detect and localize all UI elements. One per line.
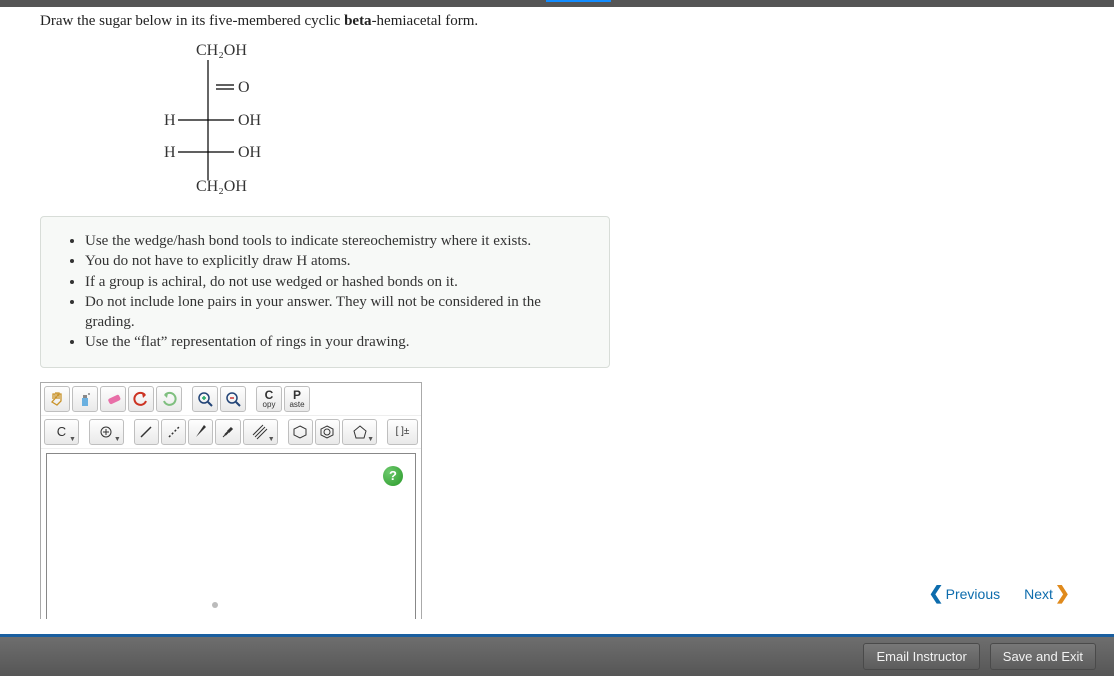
drawing-canvas[interactable]: ? [46, 453, 416, 620]
pentagon-tool[interactable]: ▼ [342, 419, 377, 445]
previous-link[interactable]: ❮Previous [929, 583, 1001, 604]
chevron-down-icon: ▼ [268, 436, 275, 443]
toolbar-row-2: C▼ ▼ ▼ ▼ [ ]± [41, 416, 421, 449]
fischer-projection: CH₂OH O H OH H OH CH₂OH [152, 42, 292, 198]
chevron-down-icon: ▼ [367, 436, 374, 443]
chevron-right-icon: ❯ [1055, 583, 1070, 604]
dashed-bond-tool[interactable] [161, 419, 186, 445]
chevron-down-icon: ▼ [69, 436, 76, 443]
benzene-tool[interactable] [315, 419, 340, 445]
save-and-exit-button[interactable]: Save and Exit [990, 643, 1096, 670]
email-instructor-button[interactable]: Email Instructor [863, 643, 979, 670]
fischer-c1-right: O [238, 79, 250, 97]
top-tab-strip [0, 0, 1114, 7]
toolbar-row-1: Copy Paste [41, 383, 421, 416]
help-button[interactable]: ? [383, 466, 403, 486]
hint-item: Use the wedge/hash bond tools to indicat… [85, 231, 591, 251]
instructions-list: Use the wedge/hash bond tools to indicat… [59, 231, 591, 353]
fischer-c2-right: OH [238, 112, 261, 130]
question-bold: beta [344, 13, 372, 29]
hexagon-tool[interactable] [288, 419, 313, 445]
undo-tool[interactable] [128, 386, 154, 412]
fischer-top: CH₂OH [196, 42, 247, 60]
hint-item: If a group is achiral, do not use wedged… [85, 272, 591, 292]
hash-bond-tool[interactable] [215, 419, 240, 445]
canvas-center-dot [212, 602, 218, 608]
spray-tool[interactable] [72, 386, 98, 412]
question-suffix: -hemiacetal form. [372, 13, 479, 29]
next-link[interactable]: Next❯ [1024, 583, 1070, 604]
question-text: Draw the sugar below in its five-membere… [40, 13, 1070, 30]
hint-item: Use the “flat” representation of rings i… [85, 332, 591, 352]
multi-bond-tool[interactable]: ▼ [243, 419, 278, 445]
redo-tool[interactable] [156, 386, 182, 412]
copy-tool[interactable]: Copy [256, 386, 282, 412]
fischer-c3-right: OH [238, 144, 261, 162]
zoom-out-tool[interactable] [220, 386, 246, 412]
nav-links: ❮Previous Next❯ [929, 583, 1070, 604]
zoom-in-tool[interactable] [192, 386, 218, 412]
chevron-down-icon: ▼ [114, 436, 121, 443]
hand-tool[interactable] [44, 386, 70, 412]
fischer-c2-left: H [164, 112, 176, 130]
single-bond-tool[interactable] [134, 419, 159, 445]
hint-item: You do not have to explicitly draw H ato… [85, 251, 591, 271]
fischer-c3-left: H [164, 144, 176, 162]
structure-editor: Copy Paste C▼ ▼ ▼ ▼ [ ]± [40, 382, 422, 620]
instructions-box: Use the wedge/hash bond tools to indicat… [40, 216, 610, 368]
content-scroll[interactable]: Draw the sugar below in its five-membere… [0, 7, 1070, 619]
wedge-bond-tool[interactable] [188, 419, 213, 445]
chevron-left-icon: ❮ [929, 583, 944, 604]
paste-tool[interactable]: Paste [284, 386, 310, 412]
fischer-bottom: CH₂OH [196, 178, 247, 196]
hint-item: Do not include lone pairs in your answer… [85, 292, 591, 333]
eraser-tool[interactable] [100, 386, 126, 412]
bracket-charge-tool[interactable]: [ ]± [387, 419, 418, 445]
charge-tool[interactable]: ▼ [89, 419, 124, 445]
question-prefix: Draw the sugar below in its five-membere… [40, 13, 344, 29]
atom-picker[interactable]: C▼ [44, 419, 79, 445]
footer-bar: Email Instructor Save and Exit [0, 634, 1114, 676]
